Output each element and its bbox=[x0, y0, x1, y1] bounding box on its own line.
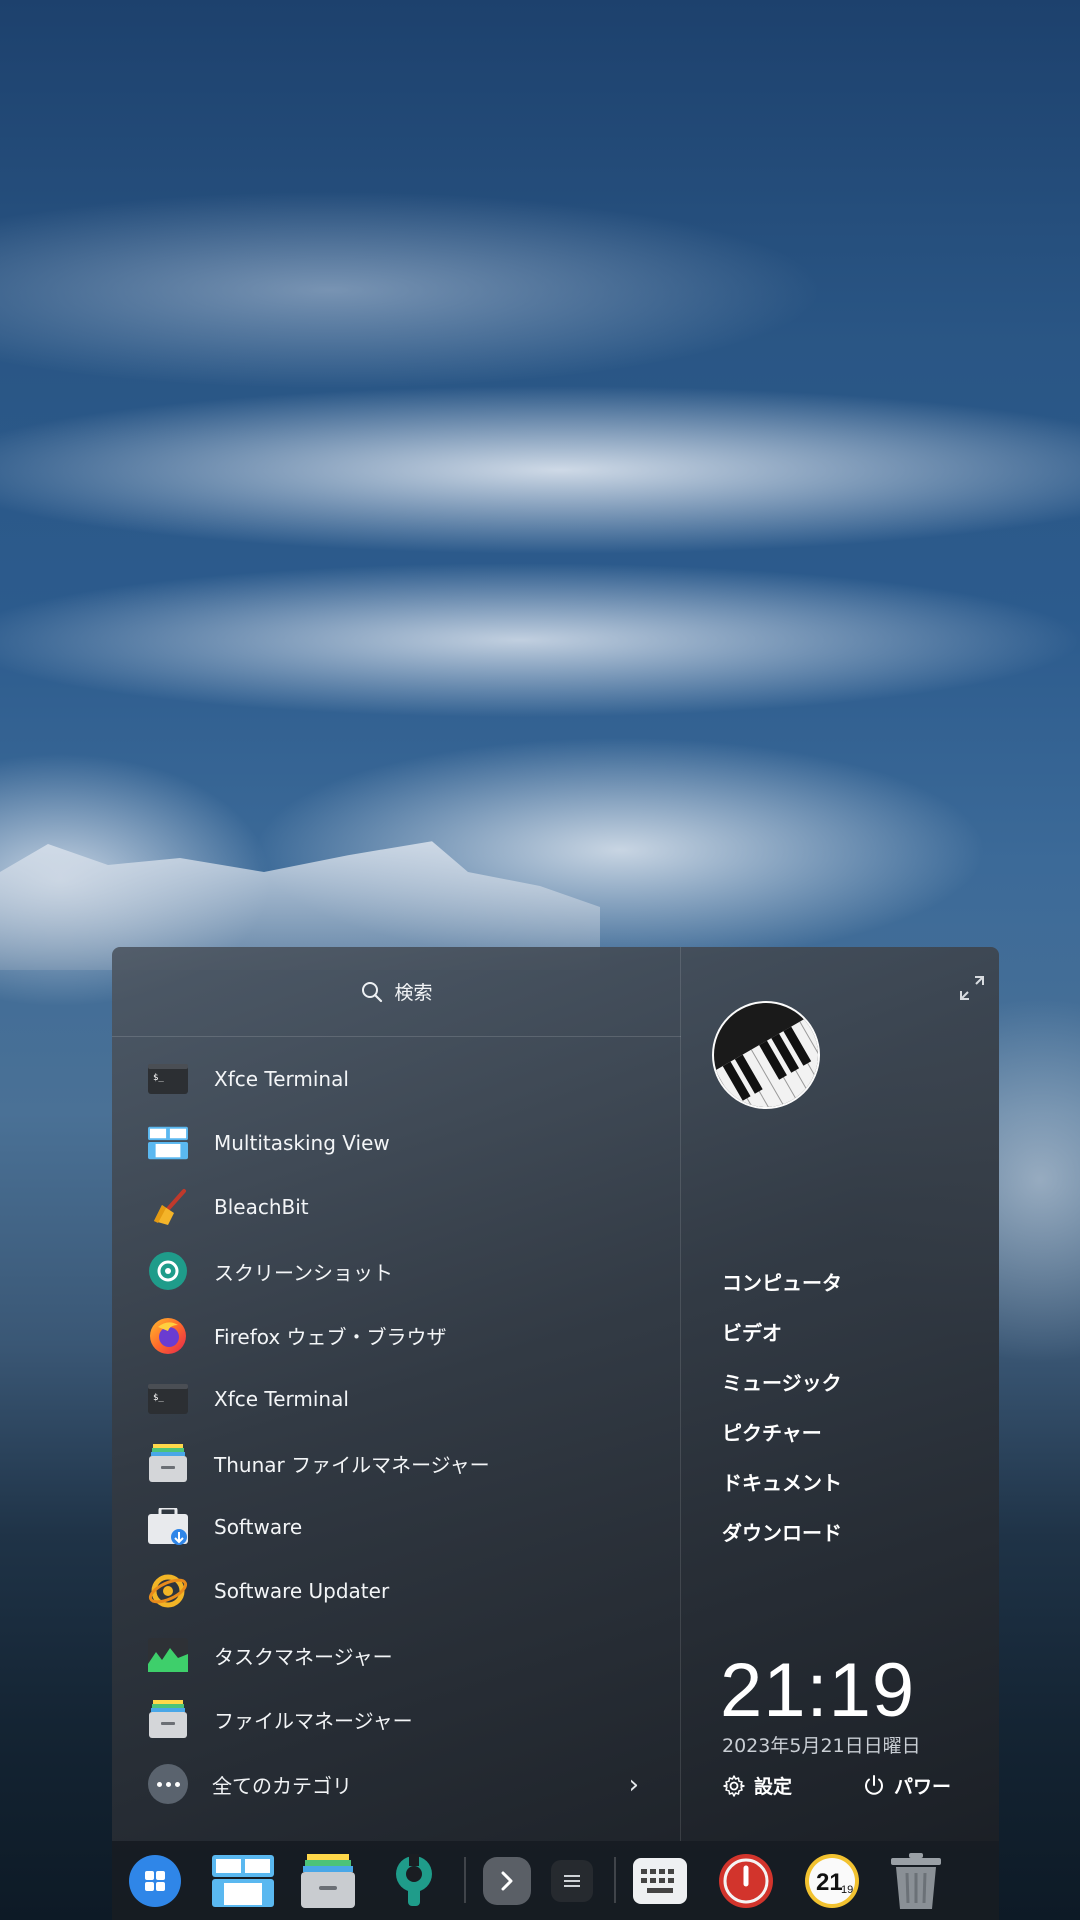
launcher-menu: 検索 $_ Xfce Terminal Multitasking View Bl… bbox=[112, 947, 999, 1841]
power-icon bbox=[719, 1854, 773, 1908]
app-item-xfce-terminal-2[interactable]: $_ Xfce Terminal bbox=[112, 1367, 681, 1431]
search-label: 検索 bbox=[394, 982, 433, 1004]
app-item-firefox[interactable]: Firefox ウェブ・ブラウザ bbox=[112, 1303, 681, 1367]
app-label: BleachBit bbox=[214, 1195, 309, 1219]
place-music[interactable]: ミュージック bbox=[722, 1358, 842, 1408]
search-icon bbox=[362, 981, 383, 1002]
tray-expand-icon bbox=[483, 1857, 531, 1905]
software-store-icon bbox=[148, 1507, 188, 1547]
task-manager-icon bbox=[148, 1635, 188, 1675]
app-label: Multitasking View bbox=[214, 1131, 390, 1155]
all-categories-button[interactable]: 全てのカテゴリ › bbox=[112, 1752, 681, 1816]
power-icon bbox=[865, 1774, 883, 1795]
chevron-right-icon: › bbox=[628, 1770, 639, 1800]
app-item-multitasking-view[interactable]: Multitasking View bbox=[112, 1111, 681, 1175]
app-label: ファイルマネージャー bbox=[214, 1708, 413, 1733]
settings-button[interactable]: 設定 bbox=[722, 1772, 792, 1799]
settings-label: 設定 bbox=[754, 1776, 793, 1798]
app-label: Xfce Terminal bbox=[214, 1067, 349, 1091]
app-label: Xfce Terminal bbox=[214, 1387, 349, 1411]
app-item-software-updater[interactable]: Software Updater bbox=[112, 1559, 681, 1623]
app-item-screenshot[interactable]: スクリーンショット bbox=[112, 1239, 681, 1303]
app-list-pane: 検索 $_ Xfce Terminal Multitasking View Bl… bbox=[112, 947, 681, 1841]
file-manager-icon bbox=[301, 1854, 355, 1908]
place-documents[interactable]: ドキュメント bbox=[722, 1458, 842, 1508]
power-label: パワー bbox=[894, 1776, 952, 1798]
settings-app-button[interactable] bbox=[384, 1851, 444, 1911]
tray-menu-button[interactable] bbox=[542, 1851, 602, 1911]
app-list: $_ Xfce Terminal Multitasking View Bleac… bbox=[112, 1047, 681, 1751]
launcher-icon bbox=[129, 1855, 181, 1907]
app-item-software[interactable]: Software bbox=[112, 1495, 681, 1559]
settings-wrench-icon bbox=[396, 1854, 432, 1906]
place-videos[interactable]: ビデオ bbox=[722, 1308, 842, 1358]
clock-button[interactable]: 21 19 bbox=[802, 1851, 862, 1911]
all-categories-label: 全てのカテゴリ bbox=[212, 1773, 352, 1798]
dock: 21 19 bbox=[112, 1841, 999, 1920]
app-label: スクリーンショット bbox=[214, 1260, 393, 1285]
multitasking-icon bbox=[148, 1123, 188, 1163]
dock-clock-hours: 21 bbox=[816, 1869, 843, 1896]
tray-menu-icon bbox=[551, 1860, 593, 1902]
place-downloads[interactable]: ダウンロード bbox=[722, 1508, 842, 1558]
app-label: Software bbox=[214, 1515, 303, 1539]
multitasking-button[interactable] bbox=[210, 1851, 276, 1911]
power-dock-button[interactable] bbox=[716, 1851, 776, 1911]
file-manager-button[interactable] bbox=[298, 1851, 358, 1911]
clock-time: 21:19 bbox=[720, 1648, 916, 1733]
terminal-icon: $_ bbox=[148, 1379, 188, 1419]
tray-expand-button[interactable] bbox=[477, 1851, 537, 1911]
more-dots-icon bbox=[148, 1764, 188, 1804]
broom-icon bbox=[148, 1187, 188, 1227]
app-item-bleachbit[interactable]: BleachBit bbox=[112, 1175, 681, 1239]
terminal-icon: $_ bbox=[148, 1059, 188, 1099]
dock-clock-minutes: 19 bbox=[841, 1884, 853, 1896]
places-pane: コンピュータ ビデオ ミュージック ピクチャー ドキュメント ダウンロード 21… bbox=[682, 947, 999, 1841]
clock-icon: 2119 bbox=[805, 1854, 859, 1908]
app-item-xfce-terminal[interactable]: $_ Xfce Terminal bbox=[112, 1047, 681, 1111]
trash-icon bbox=[891, 1853, 941, 1909]
search-field[interactable]: 検索 bbox=[112, 947, 681, 1037]
updater-icon bbox=[148, 1571, 188, 1611]
expand-icon[interactable] bbox=[959, 975, 985, 1001]
svg-text:$_: $_ bbox=[153, 1393, 164, 1403]
keyboard-button[interactable] bbox=[630, 1851, 690, 1911]
app-label: Software Updater bbox=[214, 1579, 390, 1603]
power-button[interactable]: パワー bbox=[862, 1772, 951, 1799]
firefox-icon bbox=[148, 1315, 188, 1355]
app-item-task-manager[interactable]: タスクマネージャー bbox=[112, 1623, 681, 1687]
file-cabinet-icon bbox=[148, 1699, 188, 1739]
app-item-thunar[interactable]: Thunar ファイルマネージャー bbox=[112, 1431, 681, 1495]
places-list: コンピュータ ビデオ ミュージック ピクチャー ドキュメント ダウンロード bbox=[722, 1258, 842, 1558]
app-label: タスクマネージャー bbox=[214, 1644, 393, 1669]
app-label: Thunar ファイルマネージャー bbox=[214, 1452, 490, 1477]
launcher-button[interactable] bbox=[125, 1851, 185, 1911]
gear-icon bbox=[723, 1774, 745, 1797]
avatar[interactable] bbox=[712, 1001, 820, 1109]
place-pictures[interactable]: ピクチャー bbox=[722, 1408, 842, 1458]
file-cabinet-icon bbox=[148, 1443, 188, 1483]
svg-text:$_: $_ bbox=[153, 1073, 164, 1083]
clock-date: 2023年5月21日日曜日 bbox=[722, 1735, 921, 1757]
multitasking-icon bbox=[212, 1855, 274, 1907]
screenshot-icon bbox=[148, 1251, 188, 1291]
app-item-file-manager[interactable]: ファイルマネージャー bbox=[112, 1687, 681, 1751]
place-computer[interactable]: コンピュータ bbox=[722, 1258, 842, 1308]
trash-button[interactable] bbox=[886, 1851, 946, 1911]
dock-separator bbox=[464, 1857, 466, 1903]
app-label: Firefox ウェブ・ブラウザ bbox=[214, 1324, 447, 1349]
dock-separator bbox=[614, 1857, 616, 1903]
keyboard-icon bbox=[633, 1858, 687, 1904]
